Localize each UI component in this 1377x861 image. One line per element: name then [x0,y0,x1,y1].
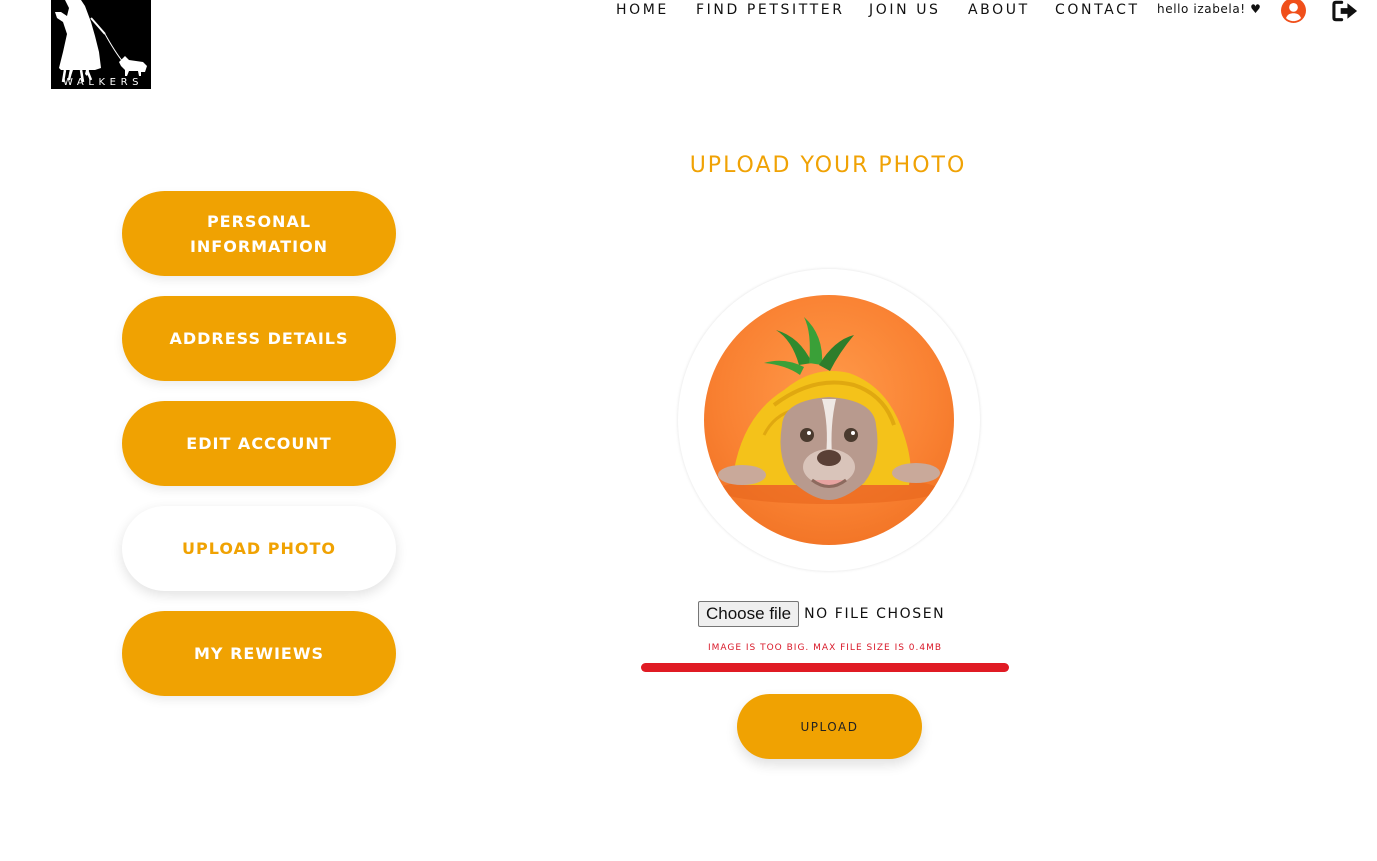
walkers-logo[interactable]: WALKERS [51,0,151,89]
user-circle-icon[interactable] [1281,0,1306,23]
walker-figure-icon [55,0,147,83]
upload-button[interactable]: UPLOAD [737,694,922,759]
error-bar [641,663,1009,672]
sidebar-address-details-button[interactable]: ADDRESS DETAILS [122,296,396,381]
logo-text: WALKERS [62,77,144,88]
profile-photo [704,295,954,545]
user-greeting: hello izabela! ♥ [1157,2,1262,16]
file-status-text: NO FILE CHOSEN [804,606,946,622]
sidebar-upload-photo-button[interactable]: UPLOAD PHOTO [122,506,396,591]
choose-file-button[interactable]: Choose file [698,601,800,627]
sidebar-personal-information-button[interactable]: PERSONAL INFORMATION [122,191,396,276]
nav-home[interactable]: HOME [616,2,669,18]
error-message: IMAGE IS TOO BIG. MAX FILE SIZE IS 0.4MB [707,643,943,653]
nav-find-petsitter[interactable]: FIND PETSITTER [696,2,845,18]
nav-about[interactable]: ABOUT [968,2,1030,18]
nav-join-us[interactable]: JOIN US [869,2,941,18]
sign-out-icon[interactable] [1332,0,1359,22]
sidebar-my-reviews-button[interactable]: MY REWIEWS [122,611,396,696]
file-input[interactable]: Choose file NO FILE CHOSEN [698,601,945,627]
nav-contact[interactable]: CONTACT [1055,2,1140,18]
page-title: UPLOAD YOUR PHOTO [689,152,967,178]
sidebar-edit-account-button[interactable]: EDIT ACCOUNT [122,401,396,486]
dog-pineapple-costume-image [718,317,940,504]
